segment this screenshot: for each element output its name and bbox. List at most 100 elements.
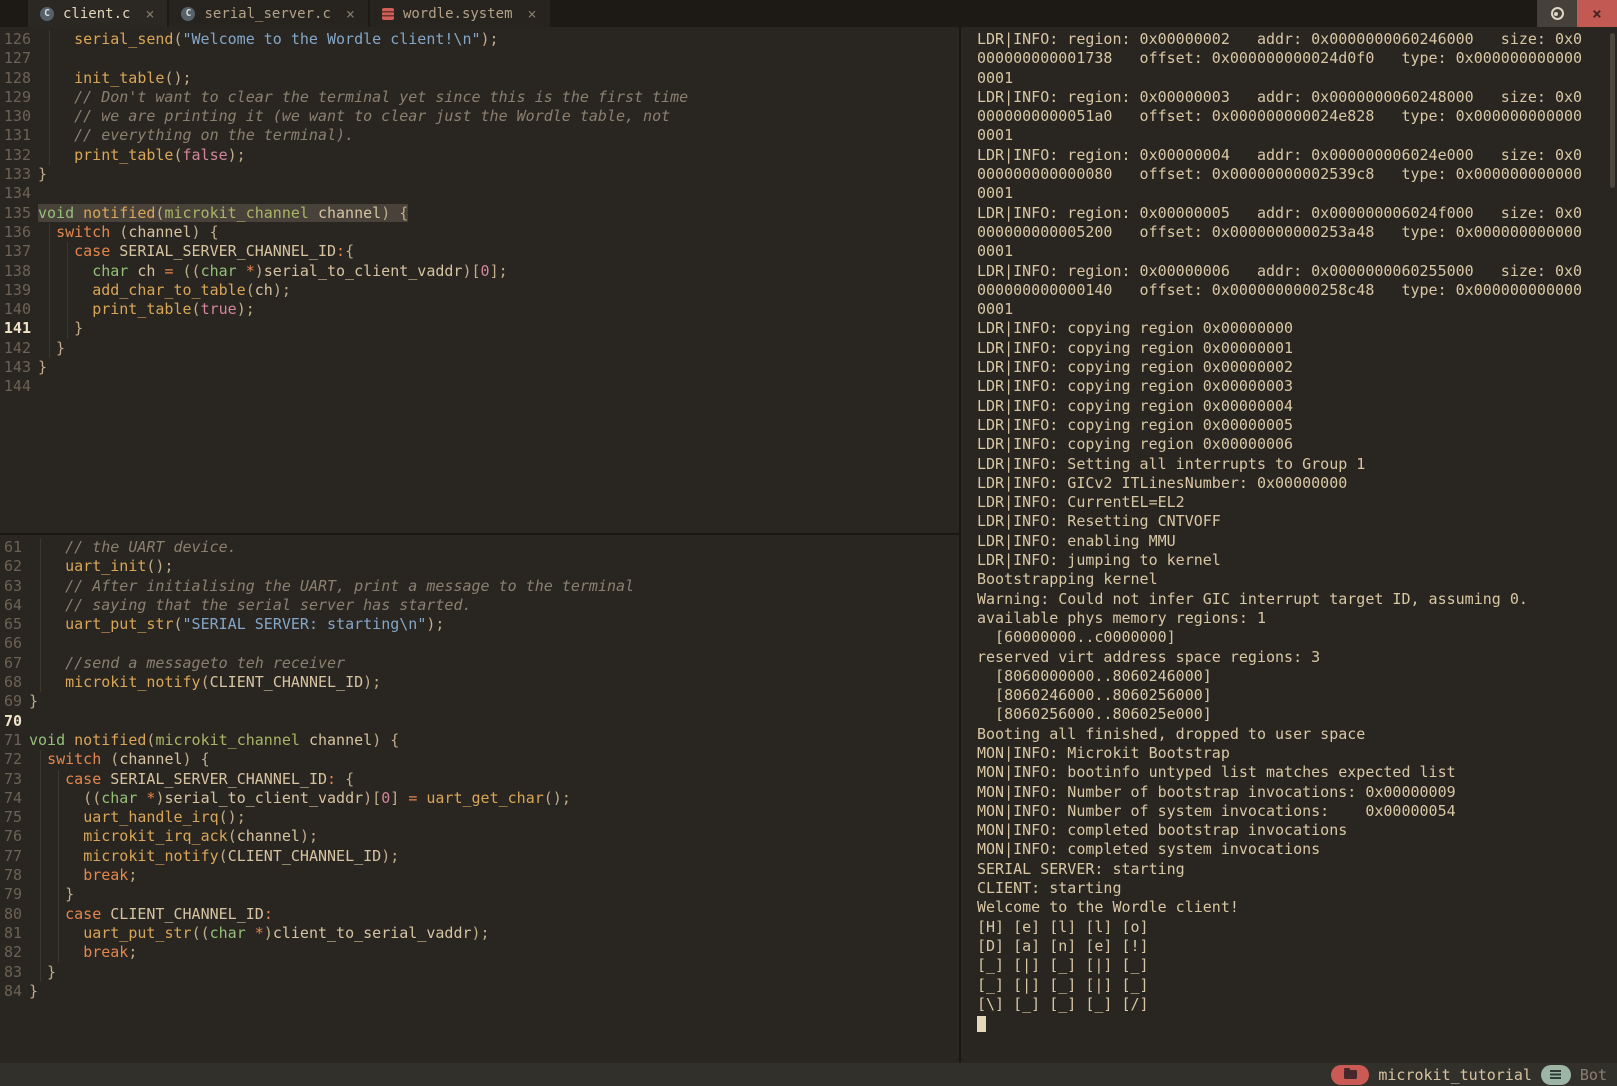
terminal-cursor — [977, 1016, 986, 1032]
code-line[interactable]: 83 } — [0, 963, 959, 982]
editor-pane-client[interactable]: 126 serial_send("Welcome to the Wordle c… — [0, 27, 959, 533]
terminal-line: SERIAL SERVER: starting — [977, 860, 1617, 879]
code-line[interactable]: 62 uart_init(); — [0, 557, 959, 576]
tab-label: client.c — [63, 6, 130, 22]
indent-guide — [40, 905, 41, 924]
line-number: 68 — [0, 673, 22, 692]
code-line[interactable]: 70 — [0, 712, 959, 731]
code-line[interactable]: 138 char ch = ((char *)serial_to_client_… — [0, 262, 959, 281]
indent-guide — [40, 577, 41, 596]
code-line[interactable]: 68 microkit_notify(CLIENT_CHANNEL_ID); — [0, 673, 959, 692]
code-line[interactable]: 64 // saying that the serial server has … — [0, 596, 959, 615]
eye-icon — [1551, 7, 1564, 20]
tab-close-icon[interactable]: × — [346, 5, 355, 23]
code-line[interactable]: 142 } — [0, 339, 959, 358]
code-line[interactable]: 129 // Don't want to clear the terminal … — [0, 88, 959, 107]
code-line[interactable]: 75 uart_handle_irq(); — [0, 808, 959, 827]
code-line[interactable]: 144 — [0, 377, 959, 396]
indent-guide — [49, 281, 50, 300]
line-number: 83 — [0, 963, 22, 982]
code-line[interactable]: 133} — [0, 165, 959, 184]
line-number: 62 — [0, 557, 22, 576]
terminal-scrollbar[interactable] — [1610, 33, 1615, 188]
code-line[interactable]: 65 uart_put_str("SERIAL SERVER: starting… — [0, 615, 959, 634]
line-number: 84 — [0, 982, 22, 1001]
indent-guide — [49, 339, 50, 358]
code-line[interactable]: 79 } — [0, 885, 959, 904]
indent-guide — [49, 242, 50, 261]
line-number: 66 — [0, 634, 22, 653]
terminal-line: [8060246000..8060256000] — [977, 686, 1617, 705]
tab-close-icon[interactable]: × — [528, 5, 537, 23]
code-line[interactable]: 81 uart_put_str((char *)client_to_serial… — [0, 924, 959, 943]
line-number: 142 — [0, 339, 31, 358]
terminal-line: [_] [|] [_] [|] [_] — [977, 956, 1617, 975]
code-line[interactable]: 139 add_char_to_table(ch); — [0, 281, 959, 300]
code-line[interactable]: 130 // we are printing it (we want to cl… — [0, 107, 959, 126]
code-line[interactable]: 136 switch (channel) { — [0, 223, 959, 242]
line-number: 74 — [0, 789, 22, 808]
code-line[interactable]: 134 — [0, 184, 959, 203]
tab-serial_server.c[interactable]: Cserial_server.c× — [169, 0, 367, 27]
code-line[interactable]: 135void notified(microkit_channel channe… — [0, 204, 959, 223]
line-number: 132 — [0, 146, 31, 165]
terminal-line: MON|INFO: completed bootstrap invocation… — [977, 821, 1617, 840]
terminal-pane[interactable]: LDR|INFO: region: 0x00000002 addr: 0x000… — [961, 27, 1617, 1063]
indent-guide — [40, 596, 41, 615]
indent-guide — [40, 943, 41, 962]
code-line[interactable]: 66 — [0, 634, 959, 653]
code-line[interactable]: 78 break; — [0, 866, 959, 885]
tab-wordle.system[interactable]: wordle.system× — [370, 0, 550, 27]
code-line[interactable]: 143} — [0, 358, 959, 377]
code-line[interactable]: 61 // the UART device. — [0, 538, 959, 557]
code-line[interactable]: 128 init_table(); — [0, 69, 959, 88]
code-line[interactable]: 69} — [0, 692, 959, 711]
code-line[interactable]: 82 break; — [0, 943, 959, 962]
terminal-line: 0000000000051a0 offset: 0x000000000024e8… — [977, 107, 1617, 126]
line-number: 129 — [0, 88, 31, 107]
terminal-line: [60000000..c0000000] — [977, 628, 1617, 647]
tab-label: serial_server.c — [204, 6, 330, 22]
indent-guide — [67, 319, 68, 338]
terminal-line: LDR|INFO: GICv2 ITLinesNumber: 0x0000000… — [977, 474, 1617, 493]
terminal-line: available phys memory regions: 1 — [977, 609, 1617, 628]
terminal-line: LDR|INFO: copying region 0x00000000 — [977, 319, 1617, 338]
editor-pane-serial-server[interactable]: 61 // the UART device.62 uart_init();63 … — [0, 535, 959, 1063]
code-line[interactable]: 140 print_table(true); — [0, 300, 959, 319]
code-line[interactable]: 71void notified(microkit_channel channel… — [0, 731, 959, 750]
view-toggle-button[interactable] — [1537, 0, 1577, 27]
code-line[interactable]: 63 // After initialising the UART, print… — [0, 577, 959, 596]
terminal-line: 0001 — [977, 300, 1617, 319]
code-line[interactable]: 77 microkit_notify(CLIENT_CHANNEL_ID); — [0, 847, 959, 866]
code-line[interactable]: 76 microkit_irq_ack(channel); — [0, 827, 959, 846]
session-pill[interactable] — [1331, 1065, 1369, 1085]
code-line[interactable]: 80 case CLIENT_CHANNEL_ID: — [0, 905, 959, 924]
code-line[interactable]: 73 case SERIAL_SERVER_CHANNEL_ID: { — [0, 770, 959, 789]
code-line[interactable]: 84} — [0, 982, 959, 1001]
code-line[interactable]: 72 switch (channel) { — [0, 750, 959, 769]
code-line[interactable]: 131 // everything on the terminal). — [0, 126, 959, 145]
code-line[interactable]: 132 print_table(false); — [0, 146, 959, 165]
code-line[interactable]: 74 ((char *)serial_to_client_vaddr)[0] =… — [0, 789, 959, 808]
code-line[interactable]: 126 serial_send("Welcome to the Wordle c… — [0, 30, 959, 49]
line-number: 72 — [0, 750, 22, 769]
tab-close-icon[interactable]: × — [145, 5, 154, 23]
code-line[interactable]: 137 case SERIAL_SERVER_CHANNEL_ID:{ — [0, 242, 959, 261]
line-number: 128 — [0, 69, 31, 88]
plugin-pill[interactable] — [1541, 1065, 1571, 1085]
indent-guide — [40, 634, 41, 653]
code-line[interactable]: 141 } — [0, 319, 959, 338]
code-line[interactable]: 127 — [0, 49, 959, 68]
terminal-line: LDR|INFO: copying region 0x00000003 — [977, 377, 1617, 396]
indent-guide — [58, 847, 59, 866]
session-name-label: microkit_tutorial — [1378, 1066, 1532, 1084]
line-number: 76 — [0, 827, 22, 846]
indent-guide — [67, 300, 68, 319]
terminal-line: 0001 — [977, 184, 1617, 203]
indent-guide — [40, 673, 41, 692]
tab-client.c[interactable]: Cclient.c× — [28, 0, 167, 27]
indent-guide — [40, 557, 41, 576]
terminal-line: LDR|INFO: Setting all interrupts to Grou… — [977, 455, 1617, 474]
window-close-button[interactable]: × — [1577, 0, 1617, 27]
code-line[interactable]: 67 //send a messageto teh receiver — [0, 654, 959, 673]
